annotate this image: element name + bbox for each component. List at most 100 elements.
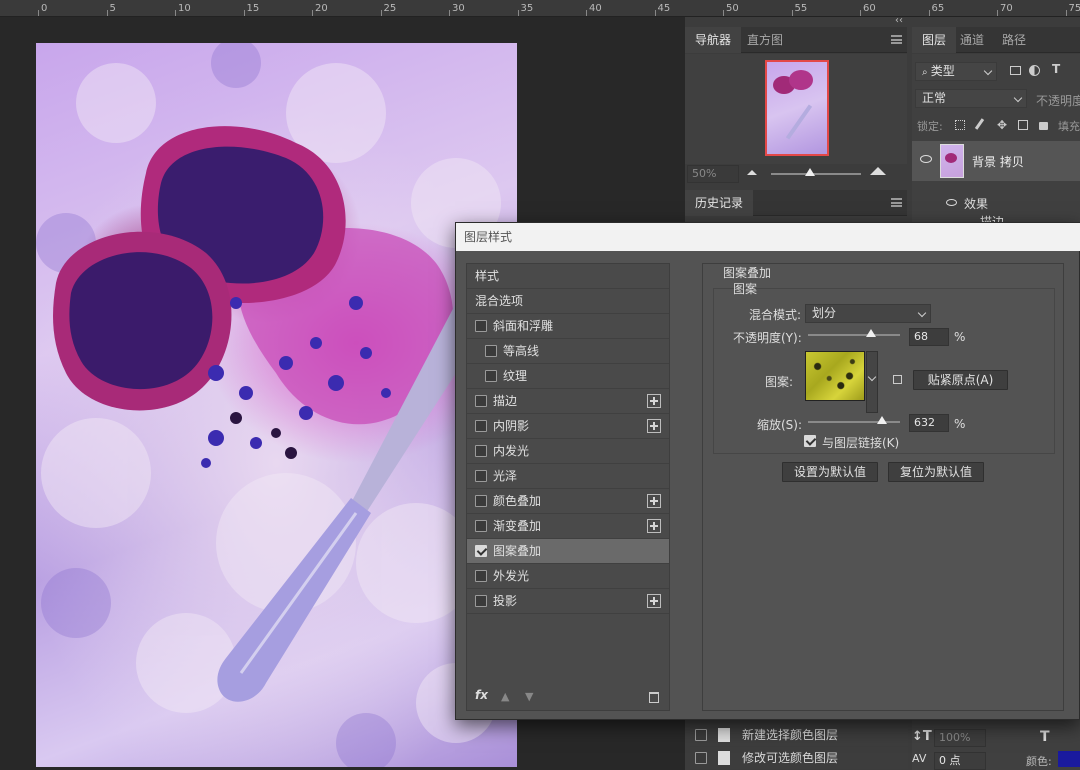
trash-icon[interactable] <box>649 692 659 703</box>
style-item[interactable]: 内阴影 <box>467 414 669 439</box>
style-item-label: 等高线 <box>503 344 540 358</box>
pomegranate-photo[interactable] <box>36 43 517 767</box>
opacity-label: 不透明度(Y): <box>733 331 802 345</box>
style-checkbox[interactable] <box>485 345 497 357</box>
link-with-layer-checkbox[interactable] <box>804 435 816 447</box>
history-item[interactable]: 新建选择颜色图层 <box>690 724 908 746</box>
pattern-swatch[interactable] <box>805 351 865 401</box>
ruler-tick-label: 30 <box>452 3 465 14</box>
opacity-slider[interactable] <box>808 329 900 337</box>
move-down-icon[interactable]: ▼ <box>525 690 533 703</box>
zoom-in-icon[interactable] <box>870 167 886 175</box>
set-default-button[interactable]: 设置为默认值 <box>782 462 878 482</box>
add-instance-icon[interactable] <box>647 519 661 533</box>
style-item[interactable]: 描边 <box>467 389 669 414</box>
blend-mode-select[interactable]: 正常 <box>915 89 1027 108</box>
style-item-label: 样式 <box>475 269 500 283</box>
add-instance-icon[interactable] <box>647 594 661 608</box>
tab-navigator[interactable]: 导航器 <box>685 27 742 53</box>
style-item[interactable]: 样式 <box>467 264 669 289</box>
style-checkbox[interactable] <box>475 445 487 457</box>
history-checkbox[interactable] <box>695 729 707 741</box>
effects-eye-icon[interactable] <box>946 199 957 206</box>
collapse-panels-icon[interactable]: ‹‹ <box>895 15 903 26</box>
ruler-tick-line <box>1065 10 1067 16</box>
style-checkbox[interactable] <box>485 370 497 382</box>
navigator-zoom-bar: 50% <box>685 164 907 184</box>
ruler-tick-label: 15 <box>246 3 260 14</box>
style-checkbox[interactable] <box>475 570 487 582</box>
leading-input[interactable]: 100% <box>934 729 986 747</box>
tab-history[interactable]: 历史记录 <box>685 190 754 216</box>
style-item[interactable]: 光泽 <box>467 464 669 489</box>
style-item[interactable]: 纹理 <box>467 364 669 389</box>
navigator-thumbnail <box>765 60 829 156</box>
style-checkbox[interactable] <box>475 320 487 332</box>
filter-adjust-icon[interactable] <box>1029 65 1040 76</box>
filter-type-icon[interactable]: T <box>1052 62 1060 76</box>
navigator-preview[interactable] <box>685 54 907 164</box>
link-with-layer-label[interactable]: 与图层链接(K) <box>822 434 899 451</box>
blend-mode-dropdown[interactable]: 划分 <box>805 304 931 323</box>
lock-brush-icon[interactable] <box>974 118 985 130</box>
ruler-tick-label: 65 <box>931 3 945 14</box>
layer-filter-select[interactable]: ⌕ 类型 <box>915 62 997 81</box>
photoshop-window: 0 5 10 15 20 25 30 35 40 45 50 55 60 65 70 75 <box>0 0 1080 770</box>
style-item-label: 纹理 <box>503 369 528 383</box>
style-item[interactable]: 等高线 <box>467 339 669 364</box>
ruler-tick-label: 0 <box>41 3 48 14</box>
add-instance-icon[interactable] <box>647 419 661 433</box>
style-item[interactable]: 斜面和浮雕 <box>467 314 669 339</box>
new-preset-icon[interactable] <box>893 375 902 384</box>
style-checkbox[interactable] <box>475 470 487 482</box>
zoom-out-icon[interactable] <box>747 170 757 175</box>
history-menu-icon[interactable] <box>891 198 902 207</box>
style-item[interactable]: 内发光 <box>467 439 669 464</box>
layer-style-dialog: 图层样式 fx ▲ ▼ 样式混合选项 斜面和浮雕等高线纹理描边 内阴影 内发光 光泽 颜色… <box>455 222 1080 720</box>
style-checkbox[interactable] <box>475 395 487 407</box>
lock-all-icon[interactable] <box>1039 122 1048 130</box>
style-checkbox[interactable] <box>475 595 487 607</box>
style-item[interactable]: 外发光 <box>467 564 669 589</box>
add-instance-icon[interactable] <box>647 494 661 508</box>
opacity-input[interactable]: 68 <box>909 328 949 346</box>
tab-histogram[interactable]: 直方图 <box>737 27 793 53</box>
move-up-icon[interactable]: ▲ <box>501 690 509 703</box>
style-item[interactable]: 图案叠加 <box>467 539 669 564</box>
ruler-tick-line <box>380 10 382 16</box>
style-item[interactable]: 渐变叠加 <box>467 514 669 539</box>
style-checkbox[interactable] <box>475 420 487 432</box>
layer-row[interactable]: 背景 拷贝 <box>912 141 1080 181</box>
add-instance-icon[interactable] <box>647 394 661 408</box>
fx-icon[interactable]: fx <box>475 688 488 702</box>
lock-artboard-icon[interactable] <box>1018 120 1028 130</box>
lock-move-icon[interactable]: ✥ <box>997 118 1007 132</box>
scale-slider[interactable] <box>808 416 900 424</box>
filter-image-icon[interactable] <box>1010 66 1021 75</box>
style-item[interactable]: 混合选项 <box>467 289 669 314</box>
text-color-swatch[interactable] <box>1058 751 1080 767</box>
history-checkbox[interactable] <box>695 752 707 764</box>
section-title: 图案叠加 <box>723 266 772 280</box>
history-tabs: 历史记录 <box>685 190 907 216</box>
panel-menu-icon[interactable] <box>891 35 902 44</box>
style-item[interactable]: 投影 <box>467 589 669 614</box>
style-checkbox[interactable] <box>475 545 487 557</box>
style-checkbox[interactable] <box>475 520 487 532</box>
zoom-input[interactable]: 50% <box>687 165 739 183</box>
visibility-eye-icon[interactable] <box>920 155 932 163</box>
style-item[interactable]: 颜色叠加 <box>467 489 669 514</box>
history-item[interactable]: 修改可选颜色图层 <box>690 747 908 769</box>
tab-paths[interactable]: 路径 <box>992 27 1036 53</box>
tracking-input[interactable]: 0 点 <box>934 752 986 770</box>
zoom-slider[interactable] <box>771 168 861 176</box>
pattern-picker-chevron[interactable] <box>866 351 878 413</box>
lock-pixels-icon[interactable] <box>955 120 965 130</box>
dialog-title[interactable]: 图层样式 <box>456 223 1080 251</box>
tab-channels[interactable]: 通道 <box>950 27 994 53</box>
style-checkbox[interactable] <box>475 495 487 507</box>
snap-to-origin-button[interactable]: 贴紧原点(A) <box>913 370 1008 390</box>
layer-name[interactable]: 背景 拷贝 <box>972 153 1024 170</box>
scale-input[interactable]: 632 <box>909 414 949 432</box>
reset-default-button[interactable]: 复位为默认值 <box>888 462 984 482</box>
